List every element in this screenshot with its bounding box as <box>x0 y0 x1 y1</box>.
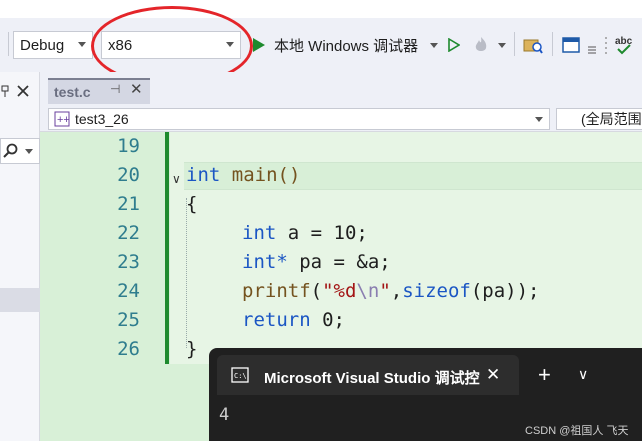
scope-dropdown[interactable]: ++ test3_26 <box>48 108 550 130</box>
code-keyword: return <box>242 309 311 331</box>
configuration-value: Debug <box>20 36 65 54</box>
code-text: pa = &a; <box>287 251 391 273</box>
line-number: 19 <box>117 135 140 157</box>
toolbar-separator <box>8 32 9 56</box>
change-tracking-bar <box>165 132 169 364</box>
code-line: int a = 10; <box>242 222 368 244</box>
code-keyword: int <box>242 222 277 244</box>
indent-guide <box>186 198 187 348</box>
chevron-down-icon <box>78 42 86 47</box>
pin-icon[interactable]: ⊣ <box>110 82 120 96</box>
line-number: 25 <box>117 309 140 331</box>
code-text: (pa)); <box>470 280 540 302</box>
watermark: CSDN @祖国人 飞天 <box>525 425 629 437</box>
console-title: Microsoft Visual Studio 调试控 <box>264 370 480 387</box>
code-function: printf <box>242 280 311 302</box>
window-layout-icon[interactable] <box>560 35 582 55</box>
project-icon: ++ <box>53 111 71 127</box>
selected-tree-item[interactable] <box>0 288 40 312</box>
scope-value: test3_26 <box>75 111 129 127</box>
chevron-down-icon[interactable] <box>498 43 506 48</box>
code-text: , <box>390 280 403 302</box>
code-keyword: int <box>186 164 221 186</box>
chevron-down-icon[interactable] <box>430 43 438 48</box>
member-dropdown[interactable]: (全局范围 <box>556 108 642 130</box>
code-line: } <box>186 338 198 360</box>
start-without-debug-icon[interactable] <box>446 37 462 53</box>
code-string: " <box>379 280 391 302</box>
run-debugger-button[interactable]: 本地 Windows 调试器 <box>274 35 418 56</box>
chevron-down-icon[interactable]: ∨ <box>578 366 588 383</box>
code-keyword: int* <box>242 251 288 273</box>
code-keyword: sizeof <box>402 280 471 302</box>
search-icon <box>1 143 19 159</box>
left-side-panel <box>0 72 40 441</box>
line-number: 23 <box>117 251 140 273</box>
close-icon[interactable]: ✕ <box>486 365 500 385</box>
code-line: { <box>186 193 198 215</box>
overflow-icon[interactable] <box>587 41 597 55</box>
line-number: 26 <box>117 338 140 360</box>
code-escape: \n <box>356 280 380 302</box>
toolbar-grip-icon <box>603 34 609 56</box>
solution-search-box[interactable] <box>0 138 40 164</box>
fold-chevron-icon[interactable]: ∨ <box>172 172 181 186</box>
code-line: printf("%d\n",sizeof(pa)); <box>242 280 540 302</box>
code-text: main() <box>220 164 301 186</box>
line-number: 24 <box>117 280 140 302</box>
code-text: a = 10; <box>276 222 368 244</box>
terminal-icon: C:\ <box>230 366 250 384</box>
line-number: 22 <box>117 222 140 244</box>
code-text: 0; <box>310 309 345 331</box>
line-number: 21 <box>117 193 140 215</box>
svg-text:C:\: C:\ <box>234 372 247 380</box>
member-value: (全局范围 <box>581 111 642 127</box>
title-strip <box>0 0 642 18</box>
hot-reload-icon[interactable] <box>470 34 492 56</box>
line-number: 20 <box>117 164 140 186</box>
close-icon[interactable]: ✕ <box>130 80 143 98</box>
close-icon[interactable] <box>14 82 32 100</box>
toolbar-separator <box>552 32 553 56</box>
code-line: int main() <box>186 164 300 186</box>
folder-search-icon[interactable] <box>522 35 544 55</box>
code-string: "%d <box>322 280 357 302</box>
code-line: return 0; <box>242 309 345 331</box>
chevron-down-icon <box>25 149 33 154</box>
pin-icon[interactable] <box>0 84 10 98</box>
toolbar-separator <box>514 32 515 56</box>
new-tab-icon[interactable]: + <box>538 362 551 388</box>
chevron-down-icon <box>535 117 543 122</box>
start-debug-icon[interactable] <box>252 37 266 53</box>
configuration-dropdown[interactable]: Debug <box>13 31 93 59</box>
tab-label: test.c <box>54 84 91 100</box>
svg-text:++: ++ <box>57 114 70 126</box>
spell-check-icon[interactable]: abc <box>614 33 638 57</box>
code-text: ( <box>310 280 323 302</box>
console-output: 4 <box>219 405 230 425</box>
code-line: int* pa = &a; <box>242 251 391 273</box>
